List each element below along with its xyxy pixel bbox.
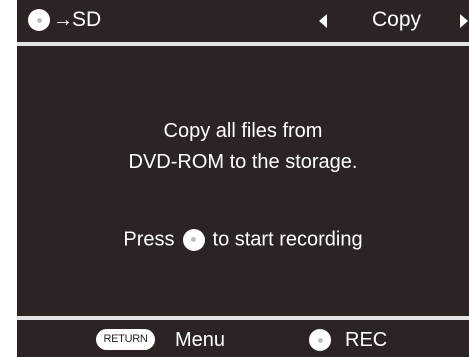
destination-label: SD [72, 8, 102, 31]
rec-button-icon[interactable] [309, 329, 331, 351]
header-divider [17, 42, 469, 46]
rec-label: REC [345, 329, 388, 351]
press-suffix-text: to start recording [212, 228, 363, 251]
message-line-2: DVD-ROM to the storage. [128, 151, 358, 173]
copy-screen: → SD Copy Copy all files from DVD-ROM to… [17, 0, 469, 357]
arrow-right-icon: → [53, 9, 73, 31]
header-bar: → SD Copy [17, 0, 469, 44]
mode-next-arrow-icon[interactable] [460, 14, 468, 28]
return-button[interactable]: RETURN [96, 329, 155, 350]
mode-label[interactable]: Copy [372, 8, 421, 32]
rec-disc-icon [182, 228, 205, 251]
message-line-1: Copy all files from [163, 120, 323, 142]
mode-prev-arrow-icon[interactable] [319, 14, 327, 28]
press-prefix-text: Press [123, 228, 175, 251]
footer-divider [17, 316, 469, 320]
menu-label: Menu [175, 329, 226, 351]
press-instruction: Press to start recording [17, 226, 469, 252]
disc-source-icon [28, 9, 50, 31]
